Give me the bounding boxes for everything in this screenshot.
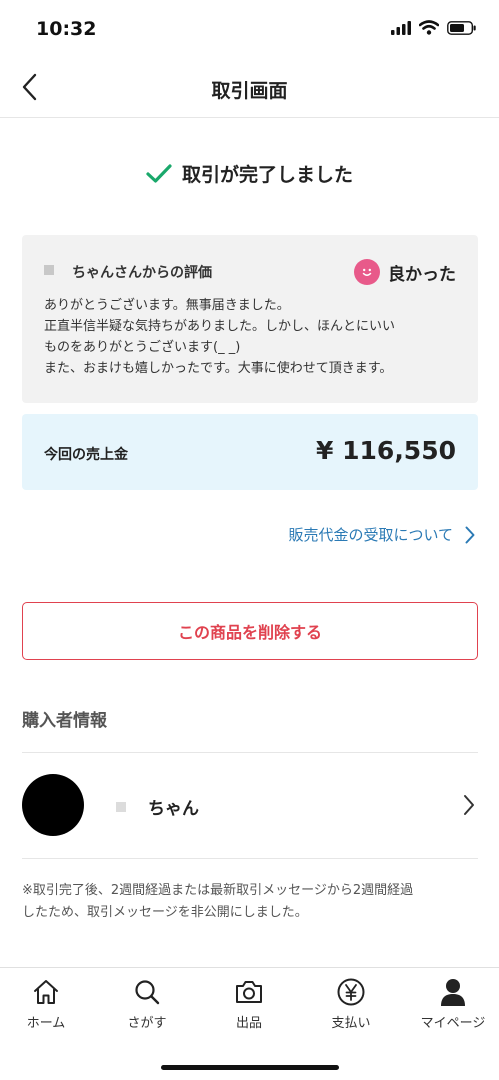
home-indicator: [161, 1065, 339, 1070]
sales-label: 今回の売上金: [44, 447, 128, 463]
buyer-name-mark: [116, 802, 126, 812]
review-from: ちゃんさんからの評価: [72, 265, 212, 281]
divider: [22, 858, 478, 859]
yen-icon: [337, 978, 365, 1006]
buyer-avatar: [22, 774, 84, 836]
review-card: ちゃんさんからの評価 良かった ありがとうございます。無事届きました。 正直半信…: [22, 235, 478, 403]
home-icon: [34, 980, 58, 1004]
sales-card: 今回の売上金 ¥ 116,550: [22, 414, 478, 490]
person-icon: [441, 979, 465, 1006]
buyer-info-heading: 購入者情報: [22, 711, 107, 731]
navigation-bar: 取引画面: [0, 60, 499, 118]
chevron-right-icon: [464, 795, 474, 815]
review-line: また、おまけも嬉しかったです。大事に使わせて頂きます。: [44, 361, 393, 376]
sales-amount: ¥ 116,550: [316, 436, 456, 465]
tab-payment[interactable]: 支払い: [301, 976, 401, 1031]
review-line: ものをありがとうございます(_ _): [44, 340, 241, 355]
notice-line: ※取引完了後、2週間経過または最新取引メッセージから2週間経過: [22, 883, 414, 898]
tab-label: 支払い: [331, 1016, 371, 1031]
search-icon: [135, 980, 160, 1005]
chevron-right-icon: [465, 526, 475, 543]
message-notice: ※取引完了後、2週間経過または最新取引メッセージから2週間経過 したため、取引メ…: [22, 880, 482, 924]
signal-icon: [391, 20, 411, 35]
check-icon: [146, 163, 172, 183]
tab-label: 出品: [235, 1016, 262, 1031]
payout-link-label: 販売代金の受取について: [288, 526, 453, 544]
tab-home[interactable]: ホーム: [0, 976, 96, 1031]
tab-bar: ホーム さがす 出品 支払い マイページ: [0, 967, 499, 1080]
status-time: 10:32: [36, 18, 97, 40]
tab-sell[interactable]: 出品: [199, 976, 299, 1031]
reviewer-avatar: [44, 265, 54, 275]
camera-icon: [236, 981, 262, 1003]
tab-label: マイページ: [420, 1016, 486, 1031]
smile-icon: [354, 259, 380, 285]
buyer-name: ちゃん: [148, 799, 199, 819]
page-title: 取引画面: [211, 80, 288, 102]
review-rating: 良かった: [354, 259, 456, 285]
delete-item-button[interactable]: この商品を削除する: [22, 602, 478, 660]
divider: [22, 752, 478, 753]
battery-icon: [447, 20, 476, 35]
tab-label: さがす: [127, 1016, 167, 1031]
status-icons: [391, 20, 477, 35]
delete-button-label: この商品を削除する: [177, 623, 322, 642]
payout-info-link[interactable]: 販売代金の受取について: [288, 524, 475, 545]
rating-label: 良かった: [388, 264, 456, 285]
review-line: ありがとうございます。無事届きました。: [44, 298, 290, 313]
review-line: 正直半信半疑な気持ちがありました。しかし、ほんとにいい: [44, 319, 396, 334]
tab-mypage[interactable]: マイページ: [403, 976, 499, 1031]
tab-label: ホーム: [26, 1016, 66, 1031]
review-comment: ありがとうございます。無事届きました。 正直半信半疑な気持ちがありました。しかし…: [44, 295, 464, 379]
completion-message: 取引が完了しました: [181, 164, 353, 186]
tab-search[interactable]: さがす: [97, 976, 197, 1031]
wifi-icon: [419, 20, 439, 35]
notice-line: したため、取引メッセージを非公開にしました。: [22, 905, 308, 920]
status-bar: 10:32: [0, 0, 499, 60]
buyer-row[interactable]: ちゃん: [0, 754, 499, 858]
completion-banner: 取引が完了しました: [0, 160, 499, 187]
